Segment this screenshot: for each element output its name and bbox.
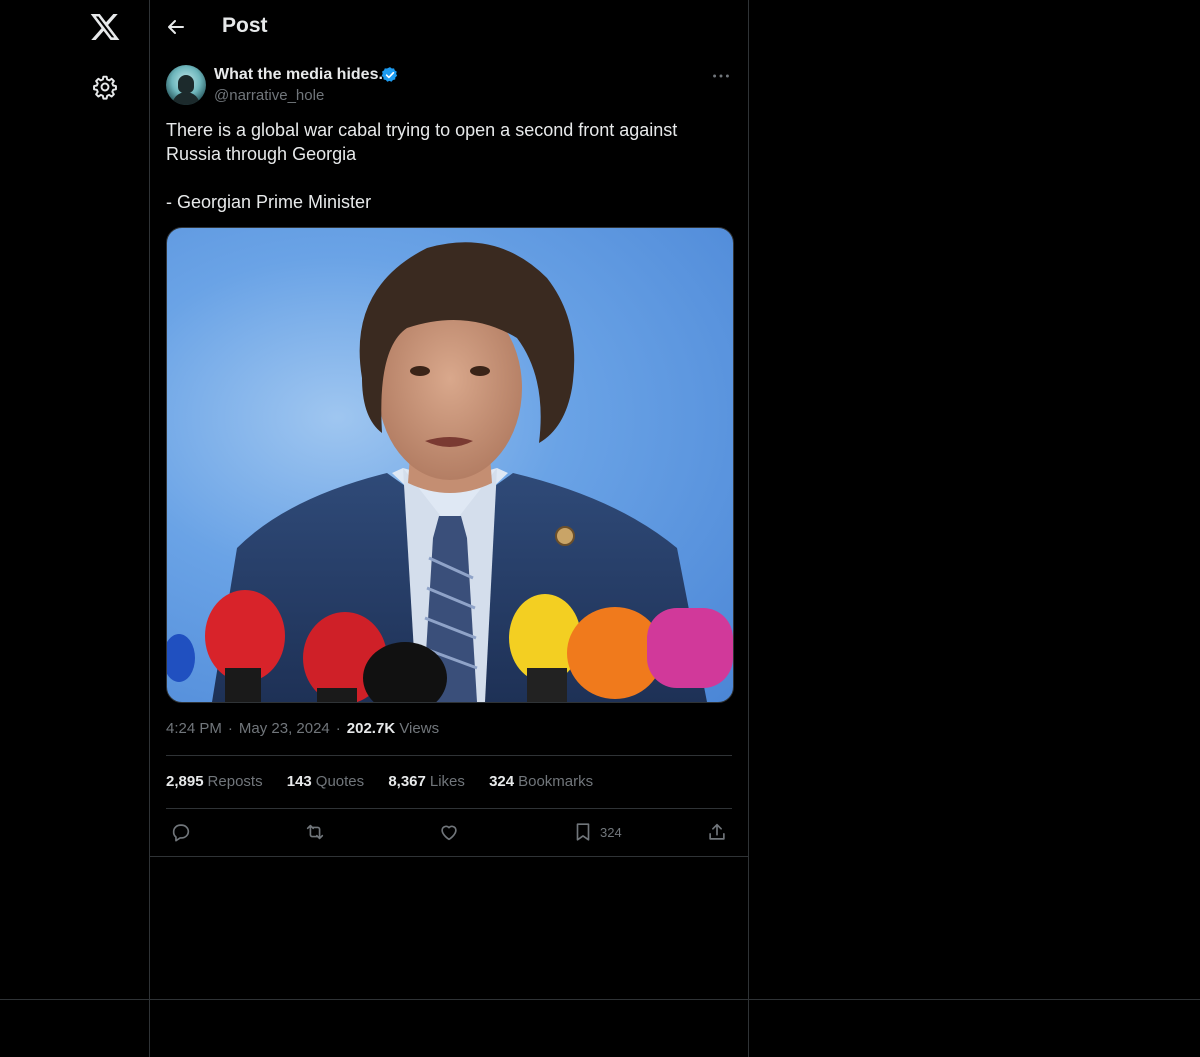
stat-reposts[interactable]: 2,895 Reposts — [166, 773, 263, 790]
share-button[interactable] — [706, 820, 728, 844]
handle[interactable]: @narrative_hole — [214, 87, 324, 104]
divider — [166, 755, 732, 756]
views-count: 202.7K — [346, 720, 396, 737]
views-label: Views — [399, 720, 440, 737]
right-divider — [748, 0, 749, 1057]
post-date[interactable]: May 23, 2024 — [239, 720, 330, 737]
post-time[interactable]: 4:24 PM — [166, 720, 222, 737]
main-column: Post What the media hides. @narrative_ho… — [150, 0, 748, 857]
post-meta: 4:24 PM · May 23, 2024 · 202.7K Views — [166, 720, 440, 737]
gear-icon[interactable] — [92, 74, 118, 100]
post-header: Post — [150, 0, 748, 55]
bookmark-button[interactable]: 324 — [572, 820, 622, 844]
post-actions: 324 — [166, 820, 732, 844]
left-divider — [149, 0, 150, 1057]
verified-badge-icon — [381, 66, 399, 84]
reply-button[interactable] — [170, 820, 192, 844]
display-name[interactable]: What the media hides. — [214, 66, 383, 84]
bookmark-count: 324 — [600, 824, 622, 840]
x-logo-icon[interactable] — [89, 11, 121, 43]
post-image[interactable] — [166, 227, 734, 703]
divider — [166, 808, 732, 809]
post-stats: 2,895 Reposts 143 Quotes 8,367 Likes 324 Boo… — [166, 773, 613, 790]
post-image-illustration — [167, 242, 733, 702]
more-options-icon[interactable] — [710, 65, 732, 87]
stat-bookmarks[interactable]: 324 Bookmarks — [489, 773, 593, 790]
bookmark-icon — [576, 823, 590, 841]
repost-button[interactable] — [304, 820, 326, 844]
post-author: What the media hides. @narrative_hole — [166, 64, 732, 108]
avatar[interactable] — [166, 65, 206, 105]
stat-quotes[interactable]: 143 Quotes — [287, 773, 364, 790]
heart-icon — [441, 825, 457, 841]
reply-icon — [172, 824, 190, 842]
like-button[interactable] — [438, 820, 460, 844]
share-icon — [709, 823, 725, 840]
page-title: Post — [222, 14, 268, 37]
bottom-divider — [0, 999, 1200, 1000]
divider — [150, 856, 748, 857]
page: Post What the media hides. @narrative_ho… — [0, 0, 1200, 1057]
post-text: There is a global war cabal trying to op… — [166, 120, 678, 212]
stat-likes[interactable]: 8,367 Likes — [388, 773, 465, 790]
repost-icon — [306, 824, 324, 840]
arrow-left-icon[interactable] — [164, 15, 188, 39]
